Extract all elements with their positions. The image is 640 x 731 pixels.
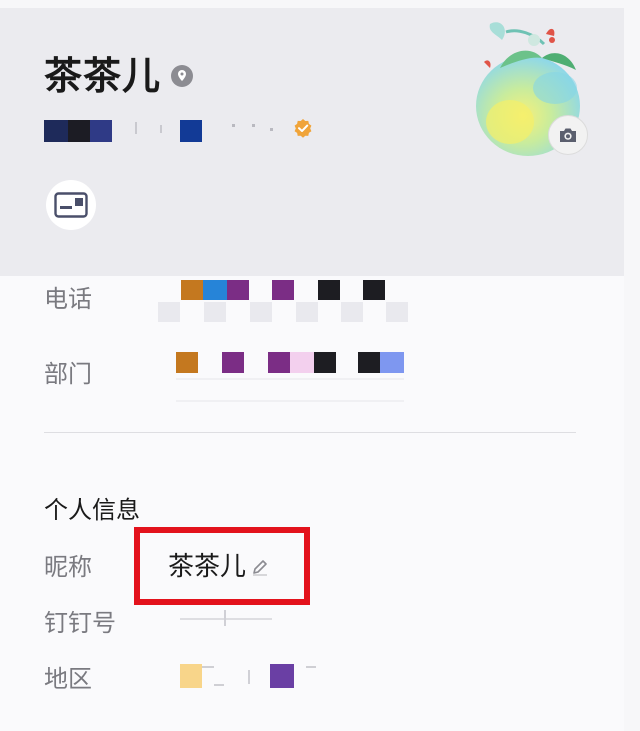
- section-divider: [44, 432, 576, 433]
- nickname-value: 茶茶儿: [168, 552, 247, 582]
- nickname-field[interactable]: 茶茶儿: [168, 552, 270, 582]
- dingtalk-id-label: 钉钉号: [44, 609, 116, 637]
- location-pin-icon[interactable]: [171, 65, 194, 87]
- change-avatar-button[interactable]: [548, 115, 588, 155]
- profile-name: 茶茶儿: [44, 54, 162, 98]
- edit-pencil-icon[interactable]: [250, 557, 270, 577]
- business-card-button[interactable]: [46, 180, 96, 230]
- business-card-icon: [54, 192, 88, 218]
- profile-name-row: 茶茶儿: [44, 52, 194, 100]
- department-label: 部门: [44, 360, 92, 388]
- camera-icon: [560, 128, 576, 142]
- personal-info-title: 个人信息: [44, 496, 140, 524]
- region-label: 地区: [44, 665, 92, 693]
- phone-label: 电话: [44, 285, 92, 313]
- verified-badge-icon: [294, 119, 312, 138]
- nickname-label: 昵称: [44, 553, 92, 581]
